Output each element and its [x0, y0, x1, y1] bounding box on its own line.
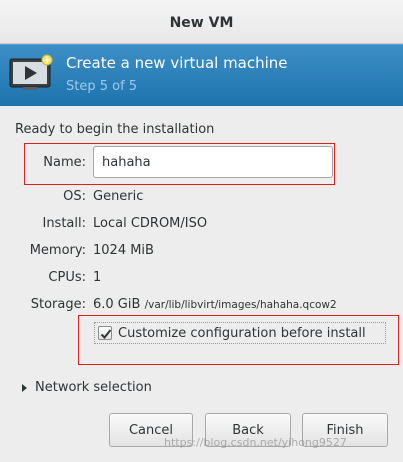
- storage-size: 6.0 GiB: [93, 297, 141, 312]
- name-input[interactable]: [93, 146, 333, 178]
- network-expander[interactable]: Network selection: [22, 380, 152, 395]
- banner-heading: Create a new virtual machine: [66, 54, 288, 72]
- cpus-value: 1: [93, 270, 102, 285]
- title-bar[interactable]: New VM: [0, 0, 403, 44]
- step-indicator: Step 5 of 5: [66, 79, 138, 94]
- network-selection-label: Network selection: [35, 380, 152, 395]
- header-banner: Create a new virtual machine Step 5 of 5: [0, 44, 403, 106]
- os-value: Generic: [93, 189, 144, 204]
- storage-value: 6.0 GiB /var/lib/libvirt/images/hahaha.q…: [93, 297, 337, 312]
- storage-path: /var/lib/libvirt/images/hahaha.qcow2: [144, 299, 337, 311]
- os-label: OS:: [63, 189, 86, 204]
- install-value: Local CDROM/ISO: [93, 216, 208, 231]
- section-title: Ready to begin the installation: [15, 122, 215, 137]
- install-label: Install:: [42, 216, 86, 231]
- cpus-label: CPUs:: [48, 270, 86, 285]
- name-label: Name:: [43, 155, 86, 170]
- checkmark-icon: [100, 329, 112, 339]
- customize-checkbox[interactable]: [98, 326, 112, 340]
- memory-label: Memory:: [29, 243, 86, 258]
- finish-button[interactable]: Finish: [302, 413, 388, 447]
- storage-label: Storage:: [30, 297, 86, 312]
- expander-arrow-icon: [22, 383, 27, 392]
- monitor-play-icon: [9, 54, 55, 94]
- back-button[interactable]: Back: [205, 413, 291, 447]
- memory-value: 1024 MiB: [93, 243, 154, 258]
- cancel-button[interactable]: Cancel: [109, 413, 193, 447]
- customize-checkbox-row[interactable]: Customize configuration before install: [94, 322, 386, 344]
- customize-label: Customize configuration before install: [118, 325, 366, 341]
- window-title: New VM: [169, 14, 234, 31]
